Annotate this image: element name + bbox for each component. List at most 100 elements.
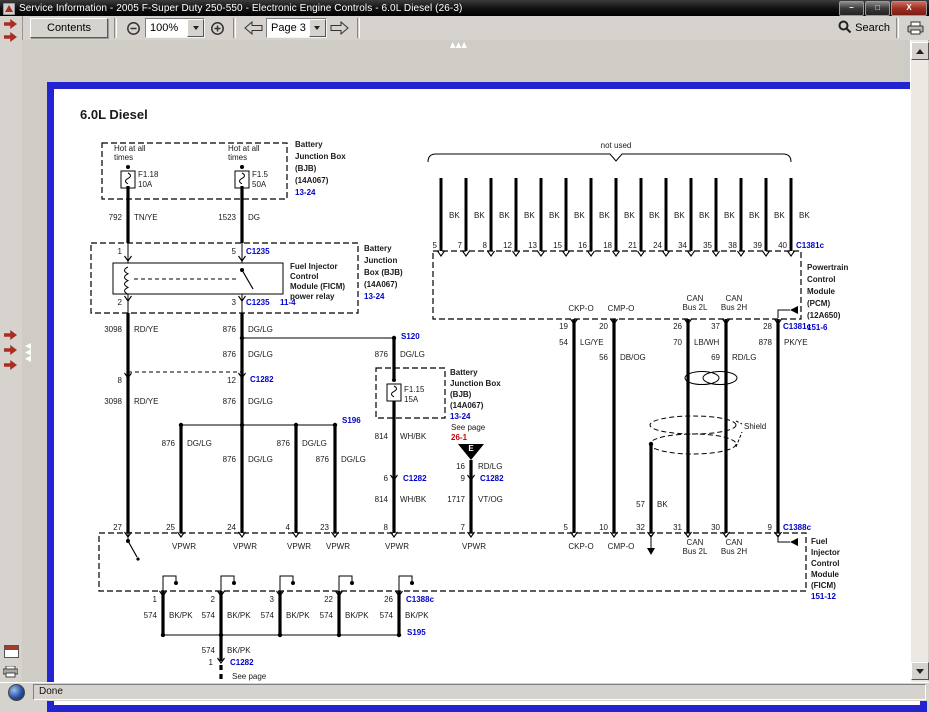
diagram-link[interactable]: C1381c — [783, 322, 811, 331]
arrow-down-icon — [916, 669, 924, 674]
diagram-link[interactable]: C1282 — [250, 375, 274, 384]
diagram-label: 2 — [118, 298, 122, 307]
diagram-link[interactable]: 13-24 — [364, 292, 384, 301]
page-continues-mark — [25, 343, 31, 362]
diagram-label: DG/LG — [248, 325, 273, 334]
diagram-label: DG/LG — [187, 439, 212, 448]
diagram-label: Hot at all — [114, 144, 146, 153]
diagram-label: VT/OG — [478, 495, 503, 504]
zoom-out-button[interactable] — [123, 18, 143, 38]
diagram-label: 9 — [768, 523, 772, 532]
diagram-link[interactable]: C1388c — [406, 595, 434, 604]
bookmark-arrow-icon[interactable] — [4, 19, 17, 29]
diagram-label: 4 — [286, 523, 290, 532]
scroll-down-button[interactable] — [911, 662, 929, 680]
diagram-label: 574 — [144, 611, 157, 620]
window-panel-icon[interactable] — [4, 645, 19, 658]
diagram-label: Module — [811, 570, 839, 579]
toolbar-separator — [233, 18, 236, 38]
diagram-label: RD/LG — [732, 353, 756, 362]
diagram-label: 876 — [223, 350, 236, 359]
diagram-label: 57 — [636, 500, 645, 509]
diagram-label: 8 — [384, 523, 388, 532]
diagram-label: CKP-O — [568, 304, 593, 313]
zoom-in-button[interactable] — [207, 18, 227, 38]
diagram-link[interactable]: C1282 — [230, 658, 254, 667]
diagram-label: 39 — [753, 241, 762, 250]
diagram-link[interactable]: S195 — [407, 628, 426, 637]
bookmark-arrow-icon[interactable] — [4, 330, 17, 340]
diagram-label: F1.18 — [138, 170, 158, 179]
diagram-label: VPWR — [385, 542, 409, 551]
diagram-label: 38 — [728, 241, 737, 250]
diagram-link[interactable]: C1235 — [246, 298, 270, 307]
diagram-label: BK — [699, 211, 710, 220]
diagram-label: Control — [807, 275, 835, 284]
diagram-link[interactable]: C1235 — [246, 247, 270, 256]
diagram-label: BK — [499, 211, 510, 220]
diagram-label: 7 — [458, 241, 462, 250]
page-select[interactable]: Page 3 — [266, 18, 327, 38]
diagram-link[interactable]: 151-12 — [811, 592, 836, 601]
diagram-label: 3 — [232, 298, 236, 307]
diagram-link[interactable]: S120 — [401, 332, 420, 341]
diagram-link[interactable]: C1282 — [480, 474, 504, 483]
contents-button[interactable]: Contents — [30, 18, 108, 38]
document-area: 6.0L DieselHot at alltimesHot at alltime… — [22, 40, 910, 682]
vertical-scrollbar[interactable] — [910, 40, 928, 682]
page-dropdown-icon[interactable] — [309, 19, 326, 37]
next-page-button[interactable] — [329, 18, 351, 38]
search-label: Search — [855, 22, 890, 34]
diagram-label: (PCM) — [807, 299, 830, 308]
diagram-label: 876 — [162, 439, 175, 448]
diagram-label: Junction — [364, 256, 397, 265]
maximize-button[interactable]: □ — [865, 1, 890, 16]
diagram-label: times — [228, 153, 247, 162]
diagram-label: (14A067) — [450, 401, 483, 410]
diagram-label: VPWR — [233, 542, 257, 551]
diagram-link[interactable]: 13-24 — [450, 412, 470, 421]
print-button[interactable] — [905, 18, 925, 38]
diagram-label: Battery — [450, 368, 478, 377]
scroll-up-button[interactable] — [911, 42, 929, 60]
zoom-dropdown-icon[interactable] — [187, 19, 204, 37]
diagram-label: 21 — [628, 241, 637, 250]
diagram-label: BK/PK — [345, 611, 369, 620]
bookmark-arrow-icon[interactable] — [4, 345, 17, 355]
diagram-label: 22 — [324, 595, 333, 604]
diagram-label: BK — [799, 211, 810, 220]
diagram-label: CAN — [726, 294, 743, 303]
diagram-label: 10A — [138, 180, 152, 189]
diagram-label: 16 — [456, 462, 465, 471]
diagram-link[interactable]: C1388c — [783, 523, 811, 532]
bookmark-arrow-icon[interactable] — [4, 360, 17, 370]
search-button[interactable]: Search — [838, 20, 890, 37]
zoom-level-select[interactable]: 100% — [145, 18, 205, 38]
close-button[interactable]: X — [891, 1, 927, 16]
diagram-page: 6.0L DieselHot at alltimesHot at alltime… — [47, 82, 927, 712]
previous-page-button[interactable] — [242, 18, 264, 38]
diagram-label: 12 — [503, 241, 512, 250]
diagram-label: 15A — [404, 395, 418, 404]
diagram-link[interactable]: 13-24 — [295, 188, 315, 197]
diagram-link[interactable]: S196 — [342, 416, 361, 425]
diagram-label: BK — [524, 211, 535, 220]
page-select-value: Page 3 — [271, 22, 306, 34]
diagram-label: TN/YE — [134, 213, 158, 222]
diagram-label: BK — [449, 211, 460, 220]
diagram-label: CMP-O — [608, 304, 635, 313]
print-page-icon[interactable] — [3, 665, 18, 676]
diagram-link[interactable]: 26-1 — [451, 433, 467, 442]
diagram-link[interactable]: C1282 — [403, 474, 427, 483]
diagram-label: Module — [807, 287, 835, 296]
zoom-level-value: 100% — [150, 22, 184, 34]
diagram-label: 814 — [375, 495, 388, 504]
diagram-link[interactable]: C1381c — [796, 241, 824, 250]
minimize-button[interactable]: – — [839, 1, 864, 16]
diagram-label: BK — [549, 211, 560, 220]
diagram-label: 50A — [252, 180, 266, 189]
diagram-label: times — [114, 153, 133, 162]
diagram-label: 13 — [528, 241, 537, 250]
diagram-label: 25 — [166, 523, 175, 532]
bookmark-arrow-icon[interactable] — [4, 32, 17, 42]
